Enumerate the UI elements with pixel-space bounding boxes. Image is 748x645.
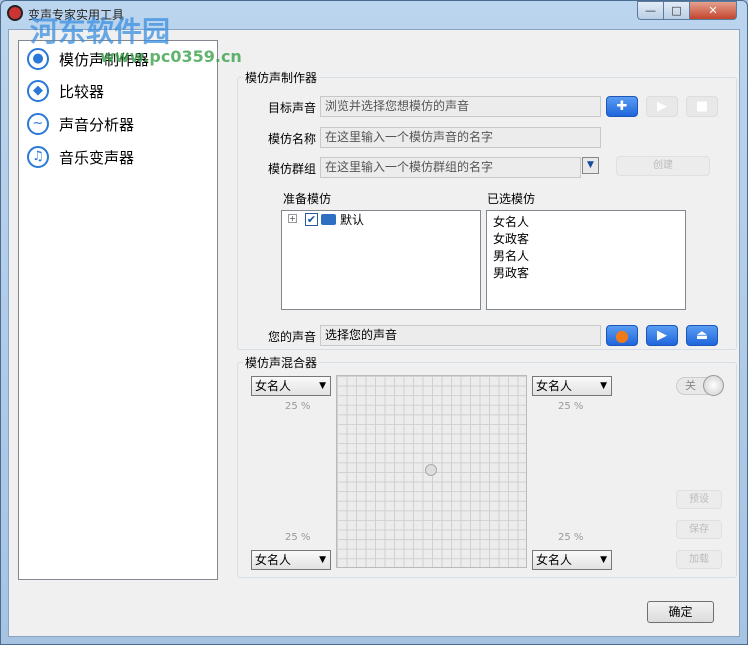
select-value: 女名人	[255, 379, 292, 393]
selected-label: 已选模仿	[487, 192, 536, 206]
your-voice-label: 您的声音	[268, 330, 317, 344]
lips-icon: ◆	[27, 80, 49, 102]
chevron-down-icon: ▼	[600, 555, 607, 565]
analyzer-icon: ~	[27, 113, 49, 135]
list-item[interactable]: 女政客	[493, 231, 679, 248]
sidebar: ● 模仿声制作器 ◆ 比较器 ~ 声音分析器 ♫ 音乐变声器	[18, 40, 218, 580]
group-input[interactable]: 在这里输入一个模仿群组的名字	[320, 157, 581, 178]
play-icon[interactable]: ▶	[646, 96, 678, 117]
sidebar-item-analyzer[interactable]: ~ 声音分析器	[27, 110, 134, 138]
ok-button[interactable]: 确定	[647, 601, 714, 623]
ready-label: 准备模仿	[283, 192, 332, 206]
list-item[interactable]: 男名人	[493, 248, 679, 265]
ready-tree[interactable]: + ✔ 默认	[281, 210, 481, 310]
app-icon	[7, 5, 23, 21]
select-value: 女名人	[536, 553, 573, 567]
minimize-button[interactable]: —	[637, 1, 664, 20]
sidebar-item-music[interactable]: ♫ 音乐变声器	[27, 143, 134, 171]
group-dropdown-button[interactable]: ▼	[582, 157, 599, 174]
percent-top-right: 25 %	[558, 401, 584, 412]
stop-icon[interactable]: ■	[686, 96, 718, 117]
expand-icon[interactable]: +	[288, 214, 297, 223]
select-value: 女名人	[255, 553, 292, 567]
add-button[interactable]: ✚	[606, 96, 638, 117]
watermark-logo: 河东软件园	[30, 15, 171, 48]
name-input[interactable]: 在这里输入一个模仿声音的名字	[320, 127, 601, 148]
maximize-button[interactable]: □	[663, 1, 690, 20]
chevron-down-icon: ▼	[319, 381, 326, 391]
watermark-url: www.pc0359.cn	[100, 47, 242, 66]
record-icon[interactable]: ●	[606, 325, 638, 346]
name-label: 模仿名称	[268, 132, 317, 146]
top-left-select[interactable]: 女名人 ▼	[251, 376, 331, 396]
top-right-select[interactable]: 女名人 ▼	[532, 376, 612, 396]
toggle-label: 关	[685, 379, 696, 392]
create-button[interactable]: 创建	[616, 156, 710, 176]
percent-bottom-right: 25 %	[558, 532, 584, 543]
sidebar-item-comparator[interactable]: ◆ 比较器	[27, 77, 104, 105]
mixer-handle[interactable]	[425, 464, 437, 476]
bottom-left-select[interactable]: 女名人 ▼	[251, 550, 331, 570]
your-voice-input[interactable]: 选择您的声音	[320, 325, 601, 346]
mixer-group-title: 模仿声混合器	[243, 354, 320, 371]
selected-list[interactable]: 女名人 女政客 男名人 男政客	[486, 210, 686, 310]
list-item[interactable]: 男政客	[493, 265, 679, 282]
play-voice-icon[interactable]: ▶	[646, 325, 678, 346]
preset-button[interactable]: 预设	[676, 490, 722, 509]
group-label: 模仿群组	[268, 162, 317, 176]
list-item[interactable]: 女名人	[493, 214, 679, 231]
sidebar-item-label: 比较器	[59, 82, 105, 101]
toggle-knob[interactable]	[703, 375, 724, 396]
maker-group-title: 模仿声制作器	[243, 69, 320, 86]
select-value: 女名人	[536, 379, 573, 393]
tree-checkbox[interactable]: ✔	[305, 213, 318, 226]
chevron-down-icon: ▼	[319, 555, 326, 565]
save-button[interactable]: 保存	[676, 520, 722, 539]
folder-icon	[321, 214, 336, 225]
target-voice-input[interactable]: 浏览并选择您想模仿的声音	[320, 96, 601, 117]
music-icon: ♫	[27, 146, 49, 168]
eject-icon[interactable]: ⏏	[686, 325, 718, 346]
tree-item-default[interactable]: 默认	[340, 211, 364, 228]
load-button[interactable]: 加载	[676, 550, 722, 569]
percent-bottom-left: 25 %	[285, 532, 311, 543]
target-label: 目标声音	[268, 101, 317, 115]
mic-icon: ●	[27, 48, 49, 70]
sidebar-item-label: 音乐变声器	[59, 148, 135, 167]
bottom-right-select[interactable]: 女名人 ▼	[532, 550, 612, 570]
close-button[interactable]: ✕	[689, 1, 737, 20]
chevron-down-icon: ▼	[600, 381, 607, 391]
sidebar-item-label: 声音分析器	[59, 115, 135, 134]
percent-top-left: 25 %	[285, 401, 311, 412]
